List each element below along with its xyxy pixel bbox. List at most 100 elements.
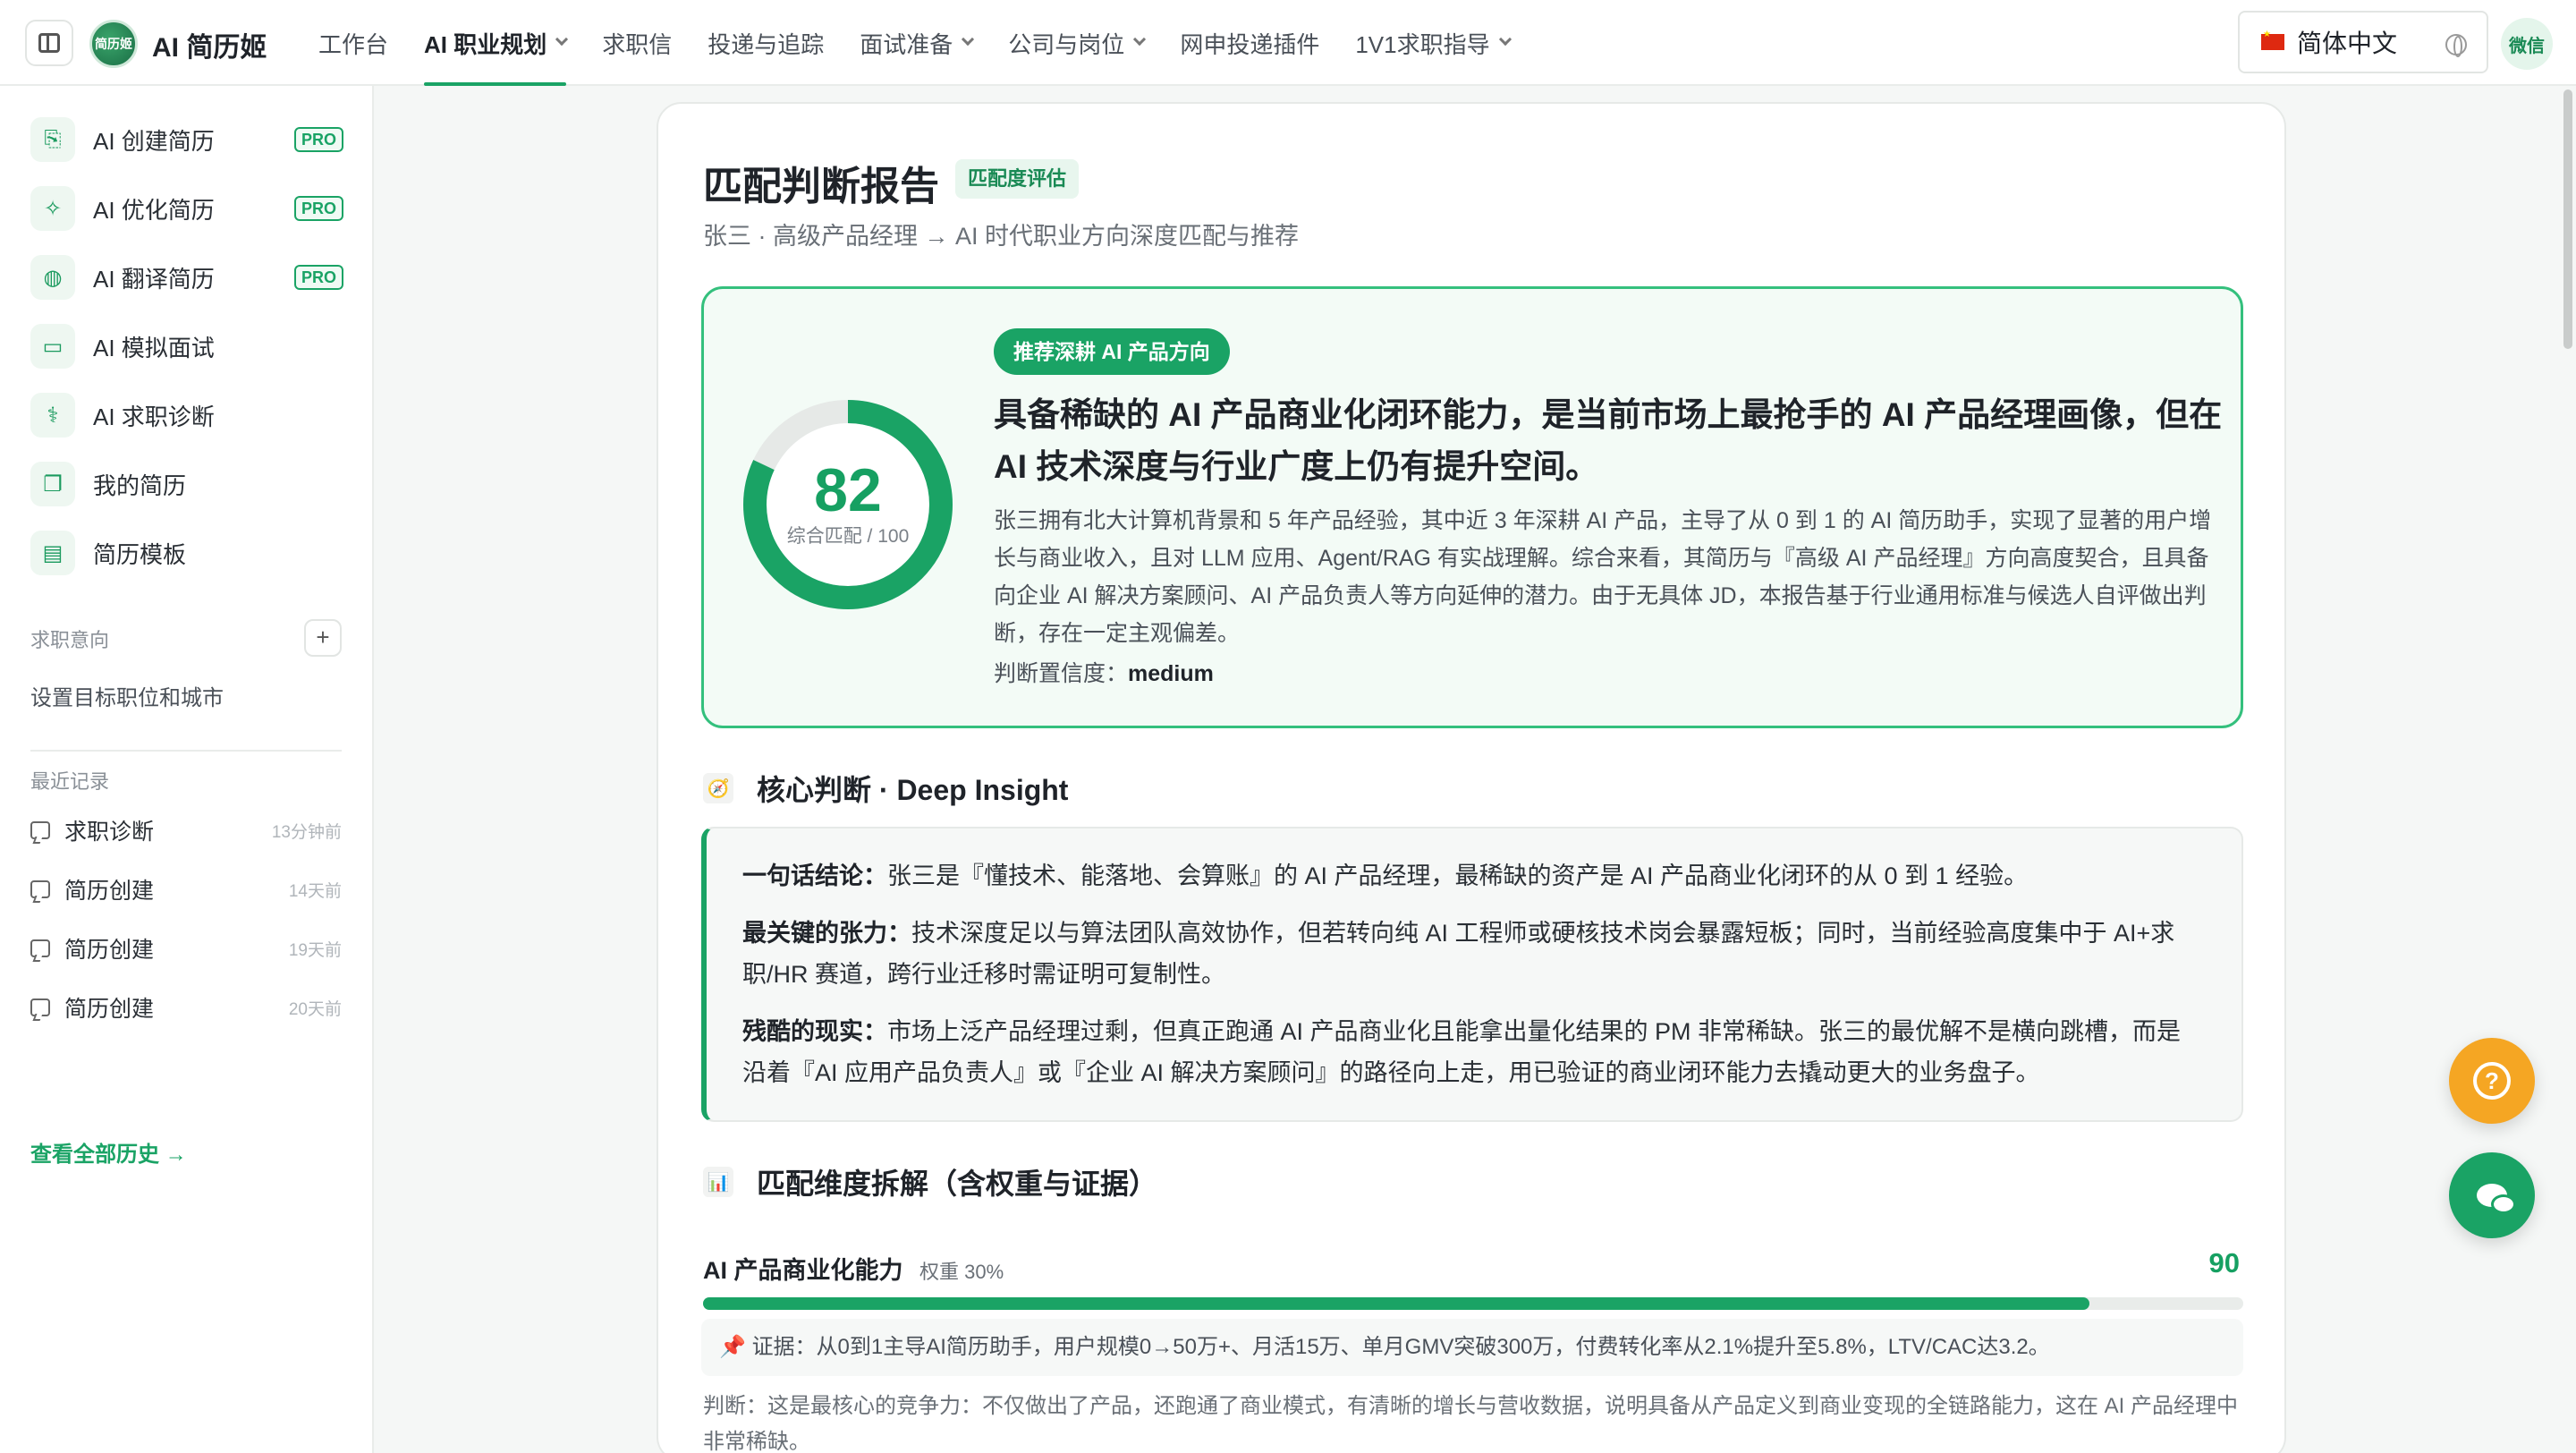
history-item[interactable]: 简历创建 14天前 [30,871,342,907]
score-value: 82 [814,456,882,524]
message-icon [30,939,50,957]
pro-badge: PRO [293,196,343,221]
nav-item-1[interactable]: AI 职业规划 [406,0,584,86]
nav-item-label: 求职信 [602,30,673,58]
view-all-history-link[interactable]: 查看全部历史 → [30,1136,187,1168]
copy-icon: ❐ [30,462,75,506]
dimension-score-fill [703,1297,2089,1310]
history-label: 简历创建 [64,879,155,904]
insight-tension: 最关键的张力：技术深度足以与算法团队高效协作，但若转向纯 AI 工程师或硬核技术… [742,913,2191,995]
app-logo[interactable]: 简历姬 [89,20,138,68]
page-scrollbar[interactable] [2563,89,2572,349]
sidebar-divider [30,750,342,752]
sidebar-item-1[interactable]: ✧ AI 优化简历 PRO [30,182,343,235]
insight-conclusion: 一句话结论：张三是『懂技术、能落地、会算账』的 AI 产品经理，最稀缺的资产是 … [742,855,2191,896]
sidebar-toggle-button[interactable] [25,20,73,66]
nav-item-2[interactable]: 求职信 [584,0,690,86]
magic-wand-icon: ✧ [30,186,75,231]
logo-text: 简历姬 [95,37,132,51]
hero-headline: 具备稀缺的 AI 产品商业化闭环能力，是当前市场上最抢手的 AI 产品经理画像，… [994,396,2223,485]
globe-icon: ◍ [30,255,75,300]
nav-item-5[interactable]: 公司与岗位 [990,0,1162,86]
bar-chart-icon: 📊 [703,1167,733,1197]
insight-text: 市场上泛产品经理过剩，但真正跑通 AI 产品商业化且能拿出量化结果的 PM 非常… [742,1018,2182,1086]
wechat-button[interactable]: 微信 [2501,18,2553,70]
dimension-judgment: 判断：这是最核心的竞争力：不仅做出了产品，还跑通了商业模式，有清晰的增长与营收数… [703,1394,2239,1453]
nav-item-3[interactable]: 投递与追踪 [690,0,842,86]
history-time: 13分钟前 [271,822,342,842]
add-intent-button[interactable]: + [304,619,342,657]
dimension-name: AI 产品商业化能力 [703,1257,903,1284]
sidebar-item-3[interactable]: ▭ AI 模拟面试 [30,319,343,373]
nav-item-7[interactable]: 1V1求职指导 [1337,0,1527,86]
sidebar-item-6[interactable]: ▤ 简历模板 [30,526,343,580]
score-hero-panel: 82 综合匹配 / 100 推荐深耕 AI 产品方向 具备稀缺的 AI 产品商业… [701,286,2243,728]
history-label: 简历创建 [64,938,155,963]
evidence-text: 证据：从0到1主导AI简历助手，用户规模0→50万+、月活15万、单月GMV突破… [751,1335,2050,1359]
chevron-down-icon [1133,32,1147,47]
dimension-score-bar [703,1297,2243,1310]
recent-section-title: 最近记录 [30,770,110,793]
language-select[interactable]: 简体中文 [2238,11,2488,73]
insight-label: 一句话结论： [742,862,887,889]
message-icon [30,880,50,898]
chevron-down-icon [1498,32,1512,47]
nav-item-6[interactable]: 网申投递插件 [1162,0,1337,86]
history-item[interactable]: 简历创建 20天前 [30,990,342,1025]
compass-icon: 🧭 [703,773,733,803]
china-flag-icon [2261,30,2284,50]
sidebar-item-label: 我的简历 [93,472,187,499]
pro-badge: PRO [293,127,343,152]
insight-section-header: 🧭 核心判断 · Deep Insight [703,768,1068,809]
sidebar-item-5[interactable]: ❐ 我的简历 [30,457,343,511]
sidebar-item-0[interactable]: ⎘ AI 创建简历 PRO [30,113,343,166]
question-icon: ? [2473,1062,2511,1100]
message-icon [30,998,50,1016]
wechat-float-button[interactable] [2449,1152,2535,1238]
report-card: 匹配判断报告 匹配度评估 张三 · 高级产品经理 → AI 时代职业方向深度匹配… [657,102,2286,1453]
insight-text: 技术深度足以与算法团队高效协作，但若转向纯 AI 工程师或硬核技术岗会暴露短板；… [742,920,2175,988]
wechat-icon [2477,1184,2516,1214]
globe-icon [2445,34,2467,57]
sidebar-item-4[interactable]: ⚕ AI 求职诊断 [30,388,343,442]
dimension-weight: 权重 30% [919,1261,1004,1283]
dimension-evidence: 📌 证据：从0到1主导AI简历助手，用户规模0→50万+、月活15万、单月GMV… [701,1319,2243,1376]
nav-item-label: 1V1求职指导 [1355,30,1490,58]
sidebar-item-label: AI 翻译简历 [93,265,215,293]
history-item[interactable]: 求职诊断 13分钟前 [30,812,342,848]
title-tag: 匹配度评估 [955,159,1080,199]
insight-reality: 残酷的现实：市场上泛产品经理过剩，但真正跑通 AI 产品商业化且能拿出量化结果的… [742,1011,2191,1093]
confidence-label: 判断置信度： [994,661,1129,686]
chevron-down-icon [962,32,975,47]
history-label: 简历创建 [64,997,155,1022]
confidence-line: 判断置信度：medium [994,656,1214,688]
nav-item-label: 投递与追踪 [708,30,825,58]
sidebar-item-label: AI 创建简历 [93,127,215,155]
app-name[interactable]: AI 简历姬 [152,25,267,64]
intent-section-title: 求职意向 [30,629,110,651]
nav-item-label: 公司与岗位 [1008,30,1125,58]
insight-text: 张三是『懂技术、能落地、会算账』的 AI 产品经理，最稀缺的资产是 AI 产品商… [887,862,2029,889]
sidebar-item-label: AI 优化简历 [93,196,215,224]
dimension-score: 90 [2208,1247,2240,1279]
sidebar-item-label: 简历模板 [93,540,187,568]
insight-box: 一句话结论：张三是『懂技术、能落地、会算账』的 AI 产品经理，最稀缺的资产是 … [701,827,2243,1122]
dimension-section-title: 匹配维度拆解（含权重与证据） [757,1168,1158,1200]
recommendation-tag: 推荐深耕 AI 产品方向 [994,328,1230,375]
pin-icon: 📌 [719,1335,752,1359]
nav-item-label: AI 职业规划 [424,30,547,58]
insight-section-title: 核心判断 · Deep Insight [757,774,1069,806]
history-item[interactable]: 简历创建 19天前 [30,930,342,966]
sidebar-item-2[interactable]: ◍ AI 翻译简历 PRO [30,251,343,304]
page-subtitle: 张三 · 高级产品经理 → AI 时代职业方向深度匹配与推荐 [703,223,1300,250]
score-label: 综合匹配 / 100 [786,526,910,547]
top-navbar: 简历姬 AI 简历姬 工作台 AI 职业规划 求职信 投递与追踪 面试准备 公司与岗位 网申… [0,0,2576,86]
nav-item-label: 面试准备 [860,30,953,58]
nav-item-label: 网申投递插件 [1180,30,1320,58]
help-button[interactable]: ? [2449,1038,2535,1124]
file-plus-icon: ⎘ [30,117,75,162]
nav-item-4[interactable]: 面试准备 [842,0,990,86]
nav-item-0[interactable]: 工作台 [301,0,406,86]
set-target-link[interactable]: 设置目标职位和城市 [30,680,224,711]
video-icon: ▭ [30,324,75,369]
